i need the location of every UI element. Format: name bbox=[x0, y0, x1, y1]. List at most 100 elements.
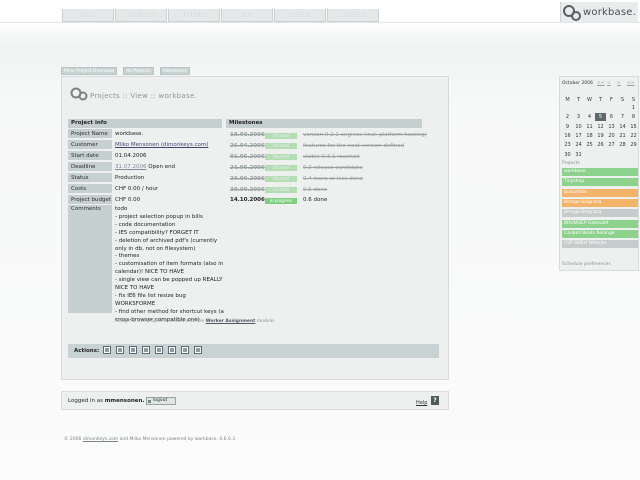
export-icon[interactable] bbox=[181, 346, 189, 354]
nav-tab-5[interactable]: Benutzer bbox=[327, 9, 379, 22]
calendar-day[interactable]: 11 bbox=[584, 123, 595, 131]
milestone-status-badge: finished bbox=[265, 187, 297, 193]
schedule-preferences-link[interactable]: Schedule preferences bbox=[562, 262, 611, 267]
calendar-icon[interactable] bbox=[129, 346, 137, 354]
milestone-status-badge: finished bbox=[265, 154, 297, 161]
print-icon[interactable] bbox=[168, 346, 176, 354]
footer-site-link[interactable]: dimonkeys.com bbox=[83, 437, 118, 442]
calendar-day[interactable]: 3 bbox=[573, 113, 584, 121]
calendar-dayname: M bbox=[565, 97, 570, 103]
edit-icon[interactable] bbox=[103, 346, 111, 354]
milestone-row: 26.04.2006 finished features for the next … bbox=[226, 141, 422, 152]
nav-tab-0[interactable]: Start bbox=[62, 9, 114, 22]
comment-line: - themes bbox=[115, 253, 140, 260]
customer-label: Customer bbox=[68, 140, 112, 150]
milestone-date: 01.05.2006 bbox=[230, 153, 265, 160]
worker-assignment-link[interactable]: Worker Assignment bbox=[206, 319, 256, 324]
calendar-day[interactable]: 21 bbox=[617, 132, 628, 140]
calendar-day[interactable]: 10 bbox=[573, 123, 584, 131]
deadline-row: Deadline 31.07.2006 Open end bbox=[68, 162, 222, 172]
files-icon[interactable] bbox=[155, 346, 163, 354]
gears-icon bbox=[70, 87, 88, 101]
tab-all-projects[interactable]: All Projects bbox=[123, 67, 154, 75]
username: mmensonen. bbox=[104, 398, 145, 404]
calendar-day[interactable]: 13 bbox=[606, 123, 617, 131]
nav-tab-3[interactable]: Info bbox=[221, 9, 273, 22]
project-list-item[interactable]: CSP SMEH Website bbox=[562, 240, 638, 249]
logout-button[interactable]: logout bbox=[146, 397, 176, 405]
status-value: Production bbox=[115, 175, 145, 181]
calendar-day[interactable]: 7 bbox=[617, 113, 628, 121]
project-list-item[interactable]: Bilrege Belgrana bbox=[562, 209, 638, 218]
calendar-day[interactable]: 1 bbox=[628, 104, 639, 112]
tab-my-project-overview[interactable]: Mein Project Overview bbox=[61, 67, 118, 75]
milestone-row: 30.09.2006 finished 0.5 done bbox=[226, 185, 422, 196]
calendar-day[interactable]: 4 bbox=[584, 113, 595, 121]
calendar-day[interactable]: 26 bbox=[595, 141, 606, 149]
calendar-next-year[interactable]: >> bbox=[627, 81, 635, 86]
project-list-item[interactable]: Bilrege Belgrana bbox=[562, 198, 638, 207]
project-list-item[interactable]: bulsarfoto bbox=[562, 188, 638, 197]
milestone-row: 21.05.2006 finished 0.3 release candidate bbox=[226, 163, 422, 174]
assign-note-suffix: module. bbox=[256, 319, 276, 324]
calendar-dayname: F bbox=[610, 97, 613, 103]
comment-line: todo bbox=[115, 206, 128, 212]
project-info-header: Project info bbox=[68, 119, 222, 128]
add-milestone-icon[interactable] bbox=[116, 346, 124, 354]
costs-value: CHF 0.00 / hour bbox=[115, 186, 159, 192]
milestone-status-badge: finished bbox=[265, 132, 297, 139]
help-icon[interactable]: ? bbox=[431, 396, 439, 405]
comment-line: - single view can be popped up REALLY NI… bbox=[115, 277, 223, 292]
calendar-month-title: October 2006 bbox=[562, 81, 593, 86]
page-title: Projects :: View :: workbase. bbox=[90, 92, 198, 100]
status-label: Status bbox=[68, 173, 112, 183]
list-icon[interactable] bbox=[142, 346, 150, 354]
project-list-item[interactable]: Canbell Beats Relange bbox=[562, 229, 638, 238]
comments-text: todo - project selection popup in bills - … bbox=[115, 206, 227, 325]
calendar-day[interactable]: 29 bbox=[628, 141, 639, 149]
milestone-row: 18.03.2006 finished version 0.2.1 engines … bbox=[226, 130, 427, 141]
milestone-description: 0.4 more or less done bbox=[303, 175, 363, 182]
calendar-day[interactable]: 5 bbox=[595, 113, 606, 122]
calendar-day[interactable]: 31 bbox=[573, 151, 584, 159]
nav-tab-4[interactable]: Kontakt bbox=[274, 9, 326, 22]
budget-label: Project budget bbox=[68, 195, 112, 205]
calendar-day[interactable]: 6 bbox=[606, 113, 617, 121]
milestone-status-badge: finished bbox=[265, 143, 297, 150]
calendar-day[interactable]: 8 bbox=[628, 113, 639, 121]
calendar-day[interactable]: 19 bbox=[595, 132, 606, 140]
help-link[interactable]: Help bbox=[416, 400, 427, 406]
project-name-label: Project Name bbox=[68, 129, 112, 139]
calendar-day[interactable]: 2 bbox=[562, 113, 573, 121]
project-list-item[interactable]: workbase. bbox=[562, 168, 638, 176]
calendar-day[interactable]: 17 bbox=[573, 132, 584, 140]
calendar-day[interactable]: 23 bbox=[562, 141, 573, 149]
calendar-day[interactable]: 25 bbox=[584, 141, 595, 149]
calendar-day[interactable]: 27 bbox=[606, 141, 617, 149]
calendar-day[interactable]: 18 bbox=[584, 132, 595, 140]
calendar-day[interactable]: 20 bbox=[606, 132, 617, 140]
calendar-day[interactable]: 16 bbox=[562, 132, 573, 140]
calendar-day[interactable]: 14 bbox=[617, 123, 628, 131]
calendar-day[interactable]: 9 bbox=[562, 123, 573, 131]
calendar-day[interactable]: 28 bbox=[617, 141, 628, 149]
nav-tab-1[interactable]: Arbeitszeit bbox=[115, 9, 167, 22]
calendar-prev-month[interactable]: < bbox=[607, 81, 611, 86]
calendar-day[interactable]: 15 bbox=[628, 123, 639, 131]
project-list-item[interactable]: BRUNSIEP Gebeulet bbox=[562, 219, 638, 228]
calendar-prev-year[interactable]: << bbox=[597, 81, 605, 86]
nav-tab-2[interactable]: Projekte bbox=[168, 9, 220, 22]
tab-milestones[interactable]: Milestones bbox=[159, 67, 190, 75]
customer-link[interactable]: Miiko Mensonen (dimonkeys.com) bbox=[115, 140, 208, 150]
gears-logo-icon bbox=[563, 5, 581, 21]
calendar-day[interactable]: 24 bbox=[573, 141, 584, 149]
calendar-day[interactable]: 12 bbox=[595, 123, 606, 131]
project-list-item[interactable]: Tinyshop bbox=[562, 178, 638, 187]
calendar-day[interactable]: 22 bbox=[628, 132, 639, 140]
logged-in-prefix: Logged in as bbox=[68, 398, 103, 404]
milestone-date: 26.04.2006 bbox=[230, 142, 265, 149]
calendar-day[interactable]: 30 bbox=[562, 151, 573, 159]
delete-icon[interactable] bbox=[194, 346, 202, 354]
logged-in-text: Logged in as mmensonen. bbox=[68, 398, 145, 404]
calendar-next-month[interactable]: > bbox=[617, 81, 621, 86]
